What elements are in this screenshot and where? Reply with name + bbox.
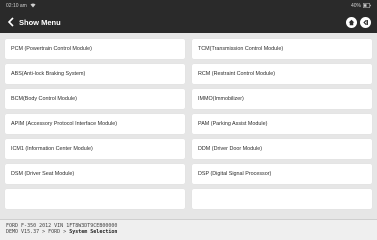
exit-icon: [362, 13, 369, 31]
exit-button[interactable]: [360, 16, 371, 28]
battery-percent: 40%: [350, 2, 361, 9]
menu-item-pam[interactable]: PAM (Parking Assist Module): [192, 114, 372, 134]
menu-item-pcm[interactable]: PCM (Powertrain Control Module): [5, 39, 185, 59]
wifi-icon: [30, 3, 36, 8]
status-time: 02:10 am: [6, 2, 27, 9]
menu-item-dsp[interactable]: DSP (Digital Signal Processor): [192, 164, 372, 184]
menu-item-partial[interactable]: [5, 189, 185, 209]
menu-item-tcm[interactable]: TCM(Transmission Control Module): [192, 39, 372, 59]
vehicle-info-footer: FORD F-350 2012 VIN 1FT8W3DT9CEB00000 DE…: [0, 219, 377, 240]
menu-item-immo[interactable]: IMMO(Immobilizer): [192, 89, 372, 109]
status-bar: 02:10 am 40%: [0, 0, 377, 11]
page-title: Show Menu: [19, 17, 61, 27]
menu-item-icm1[interactable]: ICM1 (Information Center Module): [5, 139, 185, 159]
menu-content: PCM (Powertrain Control Module) TCM(Tran…: [0, 33, 377, 219]
chevron-left-icon[interactable]: [4, 14, 16, 30]
menu-item-dsm[interactable]: DSM (Driver Seat Module): [5, 164, 185, 184]
breadcrumb-current: System Selection: [69, 229, 118, 236]
menu-item-partial[interactable]: [192, 189, 372, 209]
menu-item-rcm[interactable]: RCM (Restraint Control Module): [192, 64, 372, 84]
app-header: Show Menu: [0, 11, 377, 33]
home-icon: [348, 13, 355, 31]
menu-item-abs[interactable]: ABS(Anti-lock Braking System): [5, 64, 185, 84]
breadcrumb-prefix: DEMO V15.37 > FORD >: [6, 229, 70, 236]
home-button[interactable]: [346, 16, 357, 28]
menu-item-bcm[interactable]: BCM(Body Control Module): [5, 89, 185, 109]
menu-grid: PCM (Powertrain Control Module) TCM(Tran…: [5, 39, 372, 209]
menu-item-ddm[interactable]: DDM (Driver Door Module): [192, 139, 372, 159]
battery-icon: [363, 3, 371, 8]
breadcrumb: DEMO V15.37 > FORD > System Selection: [6, 229, 371, 235]
menu-item-apim[interactable]: APIM (Accessory Protocol Interface Modul…: [5, 114, 185, 134]
